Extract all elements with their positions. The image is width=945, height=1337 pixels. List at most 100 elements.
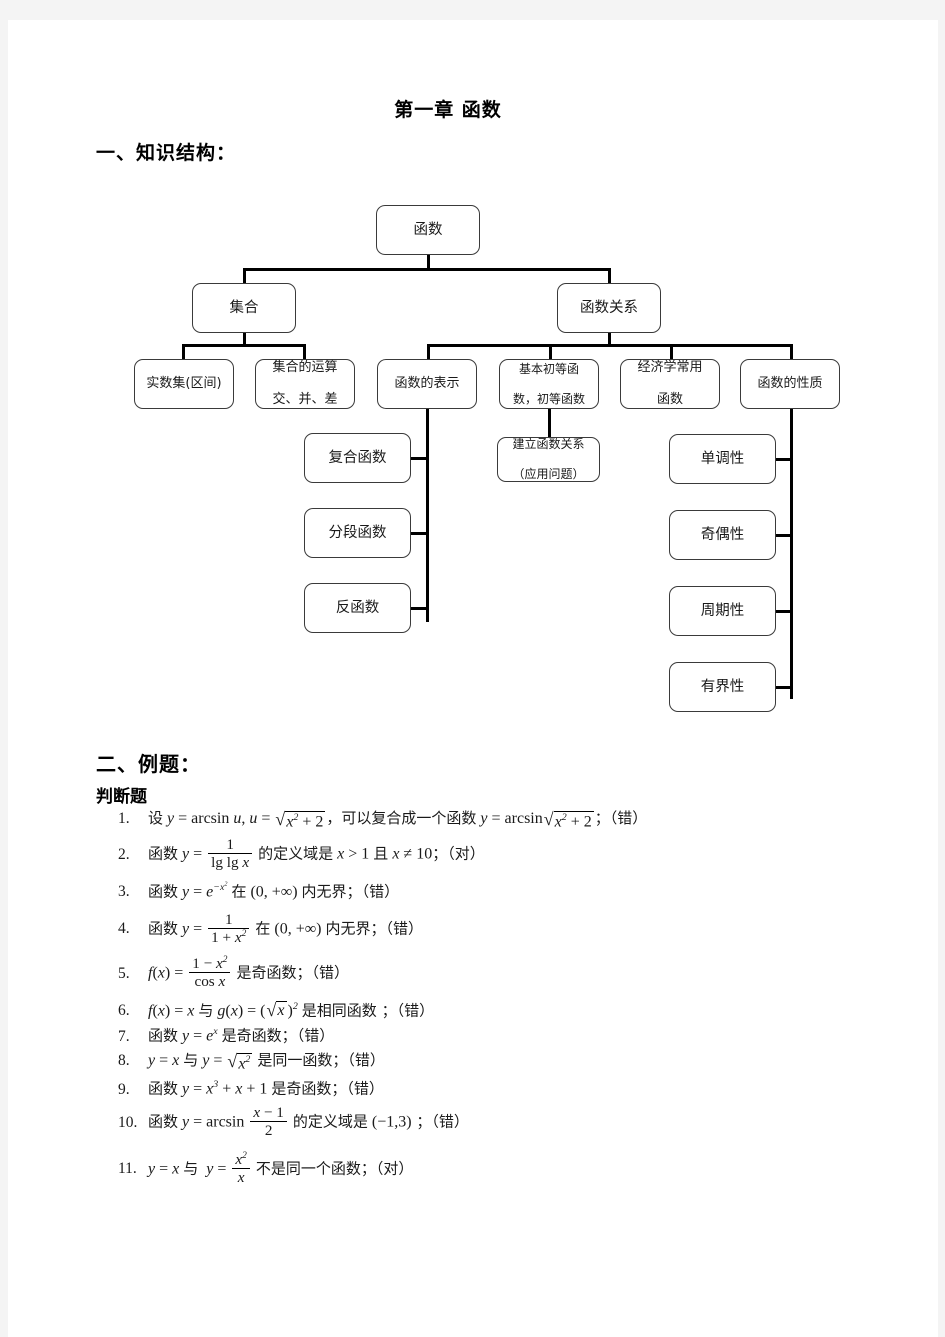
node-set-operations: 集合的运算 交、并、差 xyxy=(255,359,355,409)
exercise-number: 5. xyxy=(118,964,130,982)
exercise-number: 6. xyxy=(118,1002,130,1019)
connector-representation-spine xyxy=(425,409,429,622)
exercise-body: 函数 y = 1 lg lg x 的定义域是 x > 1 且 x ≠ 10；（对） xyxy=(148,836,485,872)
node-function-properties: 函数的性质 xyxy=(740,359,840,409)
node-elementary-functions: 基本初等函 数，初等函数 xyxy=(499,359,599,409)
connector-drop-relation xyxy=(608,268,611,283)
exercise-body: 函数 y = x3 + x + 1 是奇函数；（错） xyxy=(148,1079,384,1098)
exercise-answer: （错） xyxy=(431,1112,469,1131)
exercise-item: 1. 设 y = arcsin u, u = x2 + 2，可以复合成一个函数 … xyxy=(118,809,908,831)
node-label: 单调性 xyxy=(700,450,745,467)
exercise-answer: （错） xyxy=(296,1026,335,1045)
connector-drop-real-number-set xyxy=(182,344,185,359)
node-label: 周期性 xyxy=(700,602,745,619)
node-label: 经济学常用 函数 xyxy=(637,359,703,408)
connector-stub-boundedness xyxy=(775,686,792,689)
connector-properties-spine xyxy=(789,409,793,699)
connector-drop-set-operations xyxy=(303,344,306,359)
exercise-body: 函数 y = arcsin x − 12 的定义域是 (−1,3) ；（错） xyxy=(148,1104,469,1140)
exercise-body: f(x) = 1 − x2 cos x 是奇函数；（错） xyxy=(148,955,349,991)
node-periodicity: 周期性 xyxy=(669,586,776,636)
connector-stub-inverse xyxy=(411,607,428,610)
node-label: 集合的运算 交、并、差 xyxy=(272,359,338,408)
exercise-number: 4. xyxy=(118,920,130,938)
node-label: 建立函数关系 （应用问题） xyxy=(512,437,585,481)
exercise-number: 8. xyxy=(118,1052,130,1070)
node-label: 函数的表示 xyxy=(394,375,460,391)
node-function-root: 函数 xyxy=(376,205,480,255)
node-set: 集合 xyxy=(192,283,296,333)
node-label: 函数 xyxy=(413,221,443,238)
exercise-number: 2. xyxy=(118,845,130,863)
connector-drop-economics xyxy=(670,344,673,359)
exercise-item: 7. 函数 y = ex 是奇函数；（错） xyxy=(118,1026,908,1046)
node-function-representation: 函数的表示 xyxy=(377,359,477,409)
exercise-body: y = x 与 y = x2 是同一函数；（错） xyxy=(148,1051,908,1073)
connector-drop-elementary xyxy=(549,344,552,359)
exercise-answer: （错） xyxy=(361,882,400,901)
knowledge-structure-diagram: 函数 集合 函数关系 实数集(区间) 集合的运算 交、并、差 函数的表示 基本初… xyxy=(8,20,938,740)
exercise-item: 9. 函数 y = x3 + x + 1 是奇函数；（错） xyxy=(118,1079,908,1099)
exercise-answer: （错） xyxy=(396,1001,435,1019)
node-label: 分段函数 xyxy=(328,524,387,541)
exercise-item: 8. y = x 与 y = x2 是同一函数；（错） xyxy=(118,1051,908,1073)
exercise-number: 11. xyxy=(118,1160,137,1178)
node-label: 复合函数 xyxy=(328,449,387,466)
node-real-number-set: 实数集(区间) xyxy=(134,359,234,409)
exercise-body: y = x 与 y = x2 x 不是同一个函数；（对） xyxy=(148,1150,414,1186)
section-heading-examples: 二、例题： xyxy=(96,752,201,776)
exercise-answer: （错） xyxy=(347,1051,385,1070)
exercise-body: 函数 y = ex 是奇函数；（错） xyxy=(148,1026,335,1045)
connector-stub-composite xyxy=(411,457,428,460)
node-label: 奇偶性 xyxy=(700,526,745,543)
node-label: 函数的性质 xyxy=(757,375,823,391)
exercise-answer: （错） xyxy=(311,963,349,982)
exercise-body: 函数 y = e−x2 在 (0, +∞) 内无界；（错） xyxy=(148,881,400,901)
node-function-relation: 函数关系 xyxy=(557,283,661,333)
connector-set-bus xyxy=(182,344,306,347)
exercise-body: 函数 y = 11 + x2 在 (0, +∞) 内无界；（错） xyxy=(148,910,424,946)
connector-stub-parity xyxy=(775,534,792,537)
node-label: 集合 xyxy=(229,299,259,316)
exercise-item: 4. 函数 y = 11 + x2 在 (0, +∞) 内无界；（错） xyxy=(118,910,908,946)
exercise-number: 10. xyxy=(118,1113,138,1131)
node-label: 实数集(区间) xyxy=(146,375,222,391)
subheading-true-false: 判断题 xyxy=(96,787,147,807)
exercise-item: 11. y = x 与 y = x2 x 不是同一个函数；（对） xyxy=(118,1150,908,1186)
connector-relation-bus xyxy=(427,344,793,347)
node-piecewise-function: 分段函数 xyxy=(304,508,411,558)
node-inverse-function: 反函数 xyxy=(304,583,411,633)
connector-stub-piecewise xyxy=(411,532,428,535)
exercise-body: f(x) = x 与 g(x) = (x)2 是相同函数 ；（错） xyxy=(148,1000,908,1021)
exercise-answer: （错） xyxy=(609,809,648,827)
connector-level2-bus xyxy=(243,268,611,271)
connector-stub-monotonicity xyxy=(775,458,792,461)
exercise-list: 1. 设 y = arcsin u, u = x2 + 2，可以复合成一个函数 … xyxy=(118,809,908,1192)
exercise-item: 5. f(x) = 1 − x2 cos x 是奇函数；（错） xyxy=(118,955,908,991)
exercise-number: 1. xyxy=(118,810,130,827)
exercise-number: 3. xyxy=(118,883,130,901)
node-economics-functions: 经济学常用 函数 xyxy=(620,359,720,409)
connector-drop-representation xyxy=(427,344,430,359)
node-boundedness: 有界性 xyxy=(669,662,776,712)
exercise-answer: （对） xyxy=(375,1159,414,1178)
node-label: 反函数 xyxy=(335,599,380,616)
exercise-item: 6. f(x) = x 与 g(x) = (x)2 是相同函数 ；（错） xyxy=(118,1000,908,1021)
node-label: 有界性 xyxy=(700,678,745,695)
exercise-item: 3. 函数 y = e−x2 在 (0, +∞) 内无界；（错） xyxy=(118,882,908,902)
document-page: 第一章 函数 一、知识结构： 函数 集合 函数关系 实数集(区间) 集合的运算 … xyxy=(8,20,938,1337)
node-parity: 奇偶性 xyxy=(669,510,776,560)
exercise-answer: （错） xyxy=(346,1079,384,1098)
exercise-number: 9. xyxy=(118,1080,130,1098)
exercise-answer: （对） xyxy=(447,844,485,863)
connector-elementary-stem xyxy=(547,409,551,437)
connector-drop-properties xyxy=(790,344,793,359)
node-label: 函数关系 xyxy=(580,299,638,316)
exercise-number: 7. xyxy=(118,1027,130,1045)
node-composite-function: 复合函数 xyxy=(304,433,411,483)
exercise-answer: （错） xyxy=(385,919,424,938)
connector-drop-set xyxy=(243,268,246,283)
node-build-function-relation: 建立函数关系 （应用问题） xyxy=(497,437,600,482)
exercise-item: 10. 函数 y = arcsin x − 12 的定义域是 (−1,3) ；（… xyxy=(118,1105,908,1139)
exercise-item: 2. 函数 y = 1 lg lg x 的定义域是 x > 1 且 x ≠ 10；… xyxy=(118,837,908,871)
